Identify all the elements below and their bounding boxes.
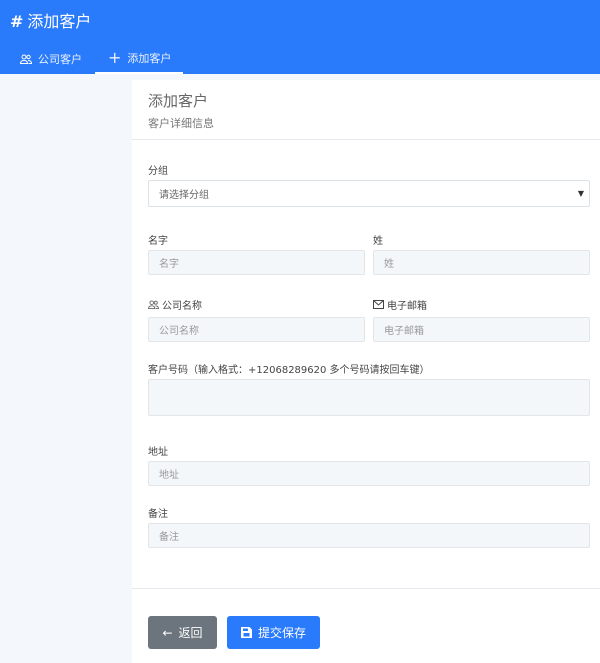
group-select[interactable]: 请选择分组 ▼ [148, 180, 590, 207]
email-label: 电子邮箱 [373, 297, 427, 312]
company-label: 公司名称 [148, 297, 202, 312]
caret-down-icon: ▼ [577, 189, 584, 198]
card-title: 添加客户 [148, 92, 209, 110]
submit-button[interactable]: 提交保存 [227, 616, 320, 649]
last-name-label: 姓 [373, 236, 383, 247]
group-label: 分组 [148, 166, 168, 177]
last-name-input[interactable]: 姓 [373, 250, 590, 275]
first-name-label: 名字 [148, 236, 168, 247]
arrow-left-icon: ← [162, 625, 173, 640]
tab-add-customer[interactable]: + 添加客户 [95, 44, 183, 74]
tab-company-customers[interactable]: 公司客户 [20, 44, 82, 74]
users-icon [20, 54, 32, 64]
top-header: # 添加客户 公司客户 + 添加客户 [0, 0, 600, 74]
note-label: 备注 [148, 509, 168, 520]
users-icon [148, 300, 159, 309]
email-input[interactable]: 电子邮箱 [373, 317, 590, 342]
card-subtitle: 客户详细信息 [148, 117, 214, 130]
first-name-input[interactable]: 名字 [148, 250, 365, 275]
add-customer-card: 添加客户 客户详细信息 分组 请选择分组 ▼ 名字 姓 名字 姓 公司名称 电子… [132, 80, 600, 663]
phone-label: 客户号码（输入格式：+12068289620 多个号码请按回车键） [148, 365, 430, 376]
phone-input[interactable] [148, 379, 590, 416]
address-input[interactable]: 地址 [148, 461, 590, 486]
page-title: # 添加客户 [10, 12, 92, 31]
address-label: 地址 [148, 447, 168, 458]
back-button[interactable]: ← 返回 [148, 616, 217, 649]
divider [132, 139, 600, 140]
envelope-icon [373, 300, 384, 309]
save-icon [240, 627, 252, 638]
plus-icon: + [108, 48, 122, 67]
divider [132, 588, 600, 589]
company-input[interactable]: 公司名称 [148, 317, 365, 342]
note-input[interactable]: 备注 [148, 523, 590, 548]
